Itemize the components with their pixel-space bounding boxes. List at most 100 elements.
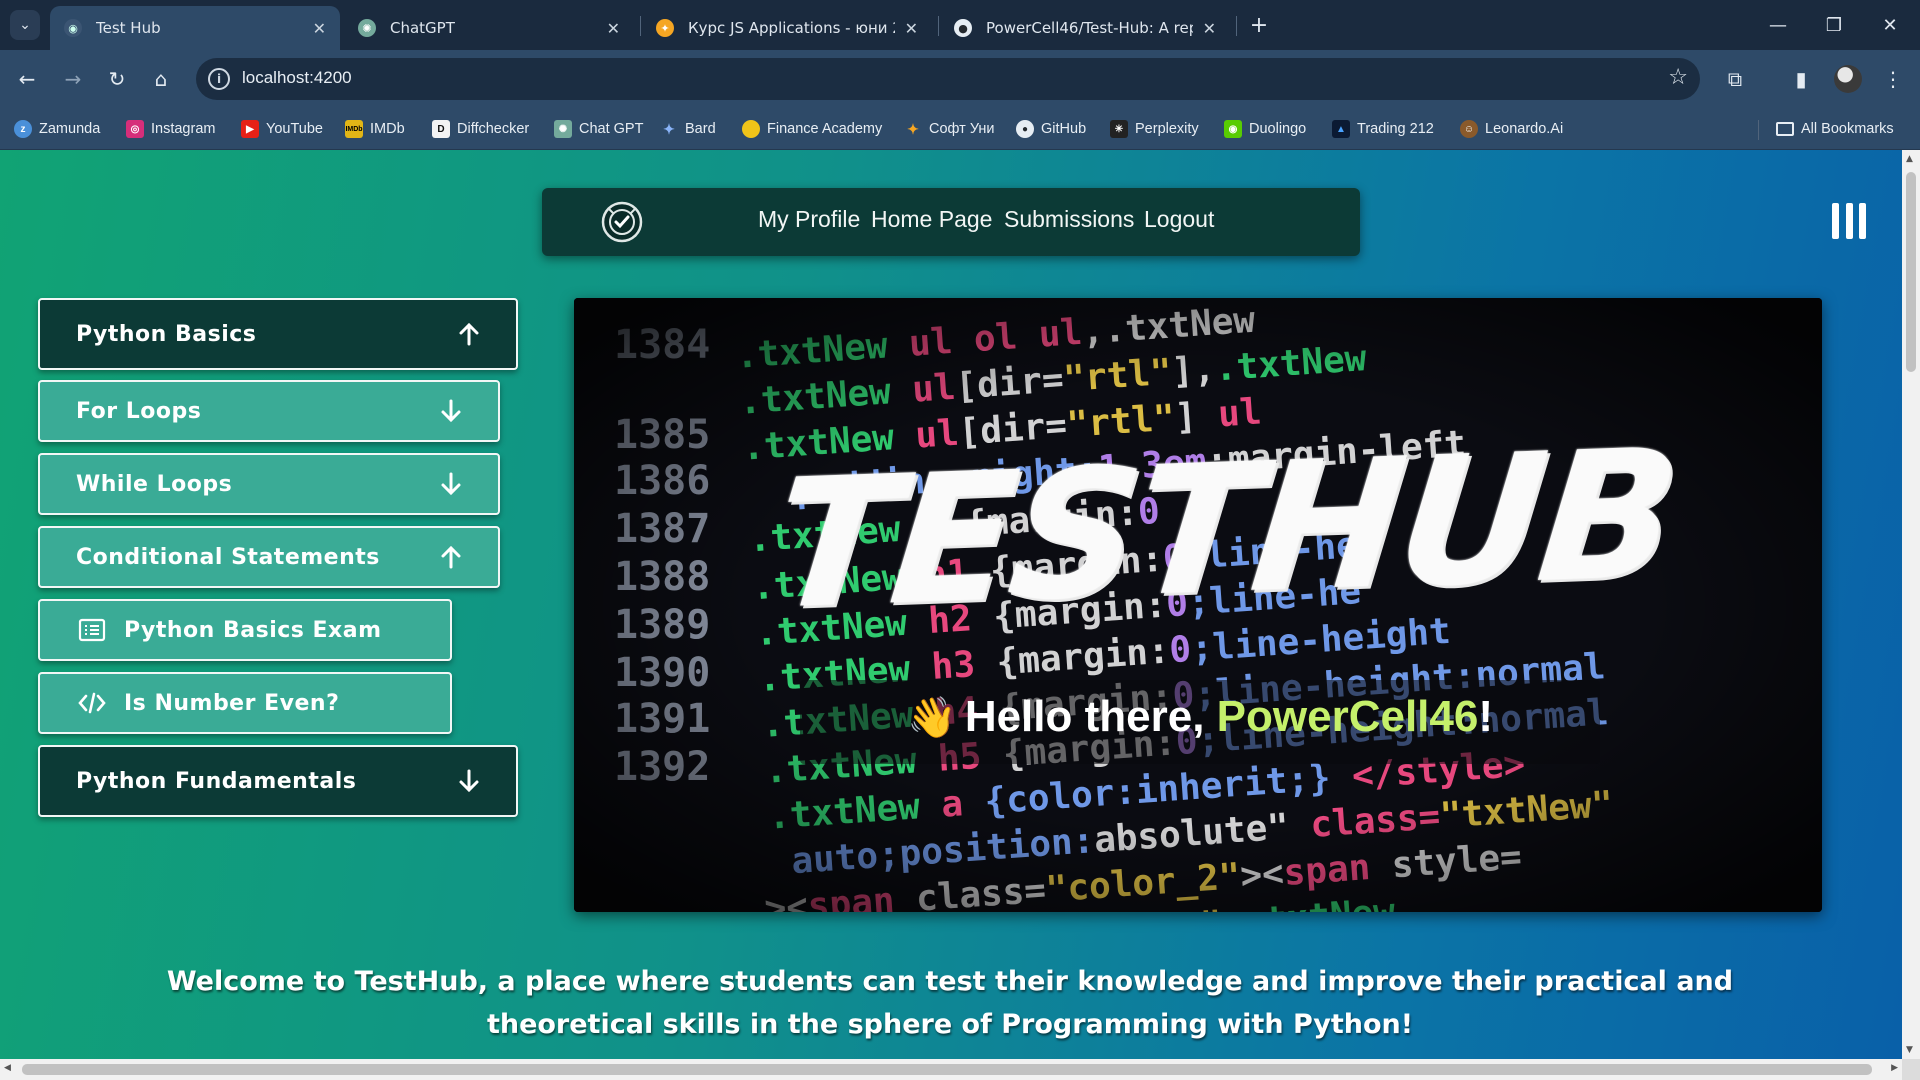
- sidebar-item-python-basics-exam[interactable]: Python Basics Exam: [38, 599, 452, 661]
- back-icon[interactable]: ←: [10, 62, 44, 96]
- bookmark-label: YouTube: [266, 121, 323, 137]
- arrow-down-icon: [441, 399, 461, 423]
- github-icon: ●: [954, 19, 972, 37]
- scroll-left-icon[interactable]: ◀: [4, 1063, 11, 1073]
- scroll-up-icon[interactable]: ▲: [1906, 154, 1913, 164]
- bookmark-bard[interactable]: ✦ Bard: [660, 117, 716, 141]
- arrow-down-icon: [441, 472, 461, 496]
- menu-bar: [1845, 203, 1853, 239]
- bookmark-label: Diffchecker: [457, 121, 530, 137]
- scrollbar-thumb[interactable]: [22, 1064, 1872, 1075]
- testhub-logo-icon[interactable]: [600, 200, 644, 244]
- site-info-icon[interactable]: i: [208, 68, 230, 90]
- tab-title: Test Hub: [96, 19, 161, 37]
- sidebar-item-python-basics[interactable]: Python Basics: [38, 298, 518, 370]
- greeting-suffix: !: [1478, 692, 1493, 741]
- youtube-icon: ▶: [241, 120, 259, 138]
- horizontal-scrollbar[interactable]: ◀ ▶: [0, 1059, 1902, 1080]
- bookmark-diffchecker[interactable]: D Diffchecker: [432, 117, 529, 141]
- softuni-icon: ✦: [656, 19, 674, 37]
- bookmark-softuni[interactable]: ✦ Софт Уни: [904, 117, 994, 141]
- address-bar[interactable]: i localhost:4200 ☆: [196, 58, 1700, 100]
- scroll-right-icon[interactable]: ▶: [1891, 1063, 1898, 1073]
- nav-home-page[interactable]: Home Page: [871, 206, 992, 233]
- bookmark-zamunda[interactable]: z Zamunda: [14, 117, 100, 141]
- scroll-down-icon[interactable]: ▼: [1906, 1045, 1913, 1055]
- tab-github-repo[interactable]: ● PowerCell46/Test-Hub: A reposi ✕: [940, 6, 1230, 50]
- bookmark-chat-gpt[interactable]: ✺ Chat GPT: [554, 117, 643, 141]
- sidebar-item-for-loops[interactable]: For Loops: [38, 380, 500, 442]
- reload-icon[interactable]: ↻: [100, 62, 134, 96]
- chatgpt-icon: ✺: [554, 120, 572, 138]
- sidebar-item-label: Is Number Even?: [124, 690, 340, 716]
- bookmark-trading-212[interactable]: ▲ Trading 212: [1332, 117, 1434, 141]
- tab-chatgpt[interactable]: ✺ ChatGPT ✕: [344, 6, 634, 50]
- menu-bar: [1859, 203, 1866, 239]
- bookmark-instagram[interactable]: ◎ Instagram: [126, 117, 215, 141]
- tab-separator: [938, 16, 939, 36]
- nav-my-profile[interactable]: My Profile: [758, 206, 860, 233]
- sidebar-item-is-number-even[interactable]: Is Number Even?: [38, 672, 452, 734]
- list-icon: [78, 618, 106, 642]
- sidebar-item-while-loops[interactable]: While Loops: [38, 453, 500, 515]
- sidebar-item-python-fundamentals[interactable]: Python Fundamentals: [38, 745, 518, 817]
- top-navbar: My Profile Home Page Submissions Logout: [542, 188, 1360, 256]
- close-icon[interactable]: ✕: [905, 19, 918, 38]
- bookmarks-divider: [1758, 120, 1759, 140]
- home-icon[interactable]: ⌂: [144, 62, 178, 96]
- tab-js-course[interactable]: ✦ Курс JS Applications - юни 202 ✕: [642, 6, 932, 50]
- bookmark-leonardo-ai[interactable]: ☺ Leonardo.Ai: [1460, 117, 1563, 141]
- sidebar-item-label: Python Fundamentals: [76, 768, 357, 794]
- bookmark-imdb[interactable]: IMDb IMDb: [345, 117, 405, 141]
- bookmark-youtube[interactable]: ▶ YouTube: [241, 117, 323, 141]
- scrollbar-thumb[interactable]: [1906, 172, 1916, 372]
- bookmark-label: IMDb: [370, 121, 405, 137]
- bookmark-label: Zamunda: [39, 121, 101, 137]
- sidebar-item-label: Conditional Statements: [76, 544, 380, 570]
- url-text[interactable]: localhost:4200: [242, 68, 352, 88]
- sidebar-item-label: Python Basics: [76, 321, 257, 347]
- arrow-up-icon: [459, 322, 479, 346]
- nav-logout[interactable]: Logout: [1144, 206, 1214, 233]
- menu-kebab-icon[interactable]: ⋮: [1876, 62, 1910, 96]
- bard-icon: ✦: [663, 120, 675, 137]
- greeting-text: 👋 Hello there, PowerCell46!: [800, 692, 1600, 742]
- bookmark-label: Bard: [685, 121, 716, 137]
- tab-search-button[interactable]: ⌄: [10, 10, 40, 40]
- bookmark-perplexity[interactable]: ✳ Perplexity: [1110, 117, 1199, 141]
- profile-avatar[interactable]: [1834, 65, 1862, 93]
- bookmark-github[interactable]: ● GitHub: [1016, 117, 1086, 141]
- restore-icon[interactable]: ❐: [1806, 0, 1862, 50]
- close-icon[interactable]: ✕: [313, 19, 326, 38]
- arrow-up-icon: [441, 545, 461, 569]
- softuni-icon: ✦: [907, 120, 919, 137]
- window-close-icon[interactable]: ✕: [1862, 0, 1918, 50]
- side-panel-icon[interactable]: ▮: [1784, 62, 1818, 96]
- browser-tab-strip: ⌄ ◉ Test Hub ✕ ✺ ChatGPT ✕ ✦ Курс JS App…: [0, 0, 1920, 50]
- bookmark-label: Chat GPT: [579, 121, 644, 137]
- instagram-icon: ◎: [126, 120, 144, 138]
- minimize-icon[interactable]: —: [1750, 0, 1806, 50]
- forward-icon[interactable]: →: [56, 62, 90, 96]
- nav-submissions[interactable]: Submissions: [1004, 206, 1134, 233]
- hamburger-menu-icon[interactable]: [1832, 203, 1866, 239]
- sidebar-item-conditional-statements[interactable]: Conditional Statements: [38, 526, 500, 588]
- sidebar-item-label: For Loops: [76, 398, 202, 424]
- extensions-icon[interactable]: ⧉: [1718, 62, 1752, 96]
- close-icon[interactable]: ✕: [607, 19, 620, 38]
- all-bookmarks-button[interactable]: All Bookmarks: [1776, 117, 1894, 141]
- vertical-scrollbar[interactable]: ▲ ▼: [1902, 150, 1920, 1059]
- tab-title: Курс JS Applications - юни 202: [688, 19, 895, 37]
- scrollbar-corner: [1902, 1059, 1920, 1080]
- bookmark-duolingo[interactable]: ◉ Duolingo: [1224, 117, 1306, 141]
- tab-test-hub[interactable]: ◉ Test Hub ✕: [50, 6, 340, 50]
- bookmark-finance-academy[interactable]: Finance Academy: [742, 117, 882, 141]
- bookmark-star-icon[interactable]: ☆: [1668, 65, 1688, 90]
- hero-banner: 138413851386 138713881389 139013911392 .…: [574, 298, 1822, 912]
- tab-title: PowerCell46/Test-Hub: A reposi: [986, 19, 1193, 37]
- sidebar-item-label: Python Basics Exam: [124, 617, 382, 643]
- greeting-username: PowerCell46: [1216, 692, 1479, 741]
- close-icon[interactable]: ✕: [1203, 19, 1216, 38]
- new-tab-button[interactable]: +: [1244, 10, 1274, 40]
- testhub-icon: ◉: [64, 19, 82, 37]
